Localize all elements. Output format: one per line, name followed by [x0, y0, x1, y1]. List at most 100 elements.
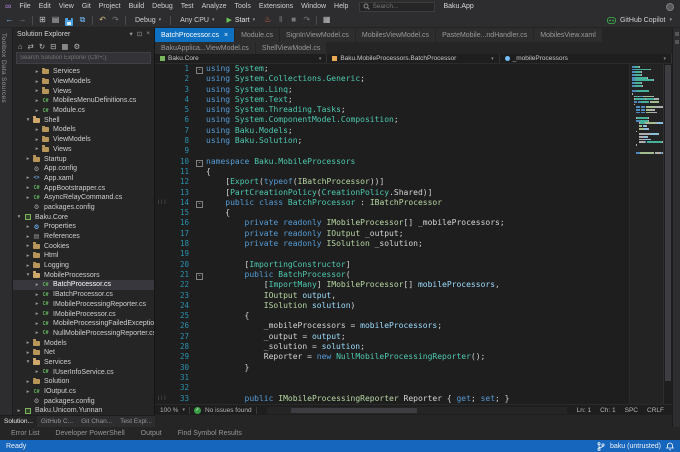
fold-collapse-icon[interactable]: - — [193, 198, 206, 208]
solution-explorer-search-box[interactable] — [16, 52, 151, 64]
side-tab-toolbox[interactable]: Toolbox — [0, 33, 7, 58]
chevron-right-icon[interactable]: ▸ — [33, 79, 41, 85]
tool-tab-github-c[interactable]: GitHub C... — [37, 416, 77, 427]
side-tab-data-sources[interactable]: Data Sources — [0, 60, 7, 103]
breadcrumb-mobileprocessors[interactable]: _mobileProcessors ▾ — [500, 54, 672, 63]
chevron-right-icon[interactable]: ▸ — [24, 185, 32, 191]
chevron-right-icon[interactable]: ▸ — [24, 379, 32, 385]
tool-tab-git-chan[interactable]: Git Chan... — [77, 416, 116, 427]
chevron-right-icon[interactable]: ▸ — [33, 98, 41, 104]
chevron-right-icon[interactable]: ▸ — [33, 292, 41, 298]
tree-item-logging[interactable]: ▸ Logging — [13, 261, 154, 271]
tree-item-ibatchprocessor-cs[interactable]: ▸ C# IBatchProcessor.cs — [13, 290, 154, 300]
tree-item-viewmodels[interactable]: ▸ ViewModels — [13, 135, 154, 145]
panel-tab-developer-powershell[interactable]: Developer PowerShell — [48, 427, 131, 440]
menu-view[interactable]: View — [55, 0, 78, 13]
menu-debug[interactable]: Debug — [148, 0, 177, 13]
stop-icon[interactable]: ■ — [288, 13, 299, 27]
tab-bakuapplica-viewmodel-cs[interactable]: BakuApplica...ViewModel.cs — [155, 42, 255, 54]
code-line[interactable]: 9 — [155, 146, 672, 156]
chevron-right-icon[interactable]: ▸ — [24, 340, 32, 346]
tab-mobilesview-xaml[interactable]: MobilesView.xaml — [534, 28, 602, 42]
save-all-icon[interactable]: ⧉ — [77, 13, 88, 27]
code-line[interactable]: 24 ISolution solution) — [155, 301, 672, 311]
chevron-right-icon[interactable]: ▸ — [33, 137, 41, 143]
code-line[interactable]: 10- namespace Baku.MobileProcessors — [155, 157, 672, 167]
code-editor[interactable]: 1- using System; 2 using System.Collections… — [155, 64, 672, 404]
code-line[interactable]: 26 _mobileProcessors = mobileProcessors; — [155, 321, 672, 331]
tree-item-models[interactable]: ▸ Models — [13, 338, 154, 348]
chevron-right-icon[interactable]: ▸ — [24, 243, 32, 249]
breadcrumb-baku-core[interactable]: Baku.Core ▾ — [155, 54, 328, 63]
code-line[interactable]: 23 IOutput output, — [155, 291, 672, 301]
chevron-right-icon[interactable]: ▸ — [33, 301, 41, 307]
chevron-right-icon[interactable]: ▸ — [24, 224, 32, 230]
minimap[interactable] — [629, 64, 663, 404]
github-copilot-badge[interactable]: GitHub Copilot ▾ — [607, 17, 676, 24]
fold-collapse-icon[interactable]: - — [193, 157, 206, 167]
chevron-right-icon[interactable]: ▸ — [33, 146, 41, 152]
code-line[interactable]: 8 using Baku.Solution; — [155, 136, 672, 146]
tree-item-ioutput-cs[interactable]: ▸ C# IOutput.cs — [13, 387, 154, 397]
chevron-right-icon[interactable]: ▸ — [24, 234, 32, 240]
tree-item-services[interactable]: ▾ Services — [13, 358, 154, 368]
code-line[interactable]: 21- public BatchProcessor( — [155, 270, 672, 280]
code-line[interactable]: 29 Reporter = new NullMobileProcessingRe… — [155, 352, 672, 362]
tree-item-app-xaml[interactable]: ▸ <> App.xaml — [13, 174, 154, 184]
panel-tab-error-list[interactable]: Error List — [4, 427, 46, 440]
chevron-right-icon[interactable]: ▸ — [33, 127, 41, 133]
chevron-right-icon[interactable]: ▸ — [24, 253, 32, 259]
code-line[interactable]: 13 [PartCreationPolicy(CreationPolicy.Sh… — [155, 188, 672, 198]
tree-item-baku-core[interactable]: ▾ Baku.Core — [13, 212, 154, 222]
code-line[interactable]: 5 using System.Threading.Tasks; — [155, 105, 672, 115]
vertical-scrollbar-thumb[interactable] — [665, 65, 671, 382]
code-line[interactable]: 1- using System; — [155, 64, 672, 74]
health-check-icon[interactable]: ✓ — [193, 406, 201, 414]
tool-tab-test-expl[interactable]: Test Expl... — [116, 416, 156, 427]
tab-pastemobile-ndhandler-cs[interactable]: PasteMobile...ndHandler.cs — [436, 28, 534, 42]
tree-item-module-cs[interactable]: ▸ C# Module.cs — [13, 106, 154, 116]
redo-icon[interactable]: ↷ — [110, 13, 121, 27]
menu-build[interactable]: Build — [125, 0, 149, 13]
chevron-down-icon[interactable]: ▾ — [24, 272, 32, 278]
home-icon[interactable]: ⌂ — [18, 42, 23, 51]
code-line[interactable]: 30 } — [155, 363, 672, 373]
tab-signinviewmodel-cs[interactable]: SignInViewModel.cs — [279, 28, 355, 42]
open-file-icon[interactable]: ▤ — [50, 13, 61, 27]
tab-shellviewmodel-cs[interactable]: ShellViewModel.cs — [255, 42, 327, 54]
tree-item-nullmobileprocessingreporter-cs[interactable]: ▸ C# NullMobileProcessingReporter.cs — [13, 329, 154, 339]
menu-test[interactable]: Test — [177, 0, 198, 13]
tree-item-mobilesmenudefinitions-cs[interactable]: ▸ C# MobilesMenuDefinitions.cs — [13, 96, 154, 106]
chevron-right-icon[interactable]: ▸ — [33, 321, 41, 327]
chevron-right-icon[interactable]: ▸ — [24, 156, 32, 162]
tree-item-appbootstrapper-cs[interactable]: ▸ C# AppBootstrapper.cs — [13, 183, 154, 193]
tree-item-html[interactable]: ▸ Html — [13, 251, 154, 261]
account-avatar[interactable] — [666, 2, 674, 11]
navigate-forward-icon[interactable]: → — [17, 13, 28, 27]
menu-window[interactable]: Window — [297, 0, 330, 13]
menu-extensions[interactable]: Extensions — [255, 0, 297, 13]
step-over-icon[interactable]: ↷ — [301, 13, 312, 27]
menu-project[interactable]: Project — [95, 0, 125, 13]
code-line[interactable]: 15 { — [155, 208, 672, 218]
code-line[interactable]: 22 [ImportMany] IMobileProcessor[] mobil… — [155, 280, 672, 290]
tree-item-shell[interactable]: ▾ Shell — [13, 115, 154, 125]
refresh-icon[interactable]: ↻ — [39, 42, 45, 51]
collapse-all-icon[interactable]: ⊟ — [50, 42, 56, 51]
tree-item-models[interactable]: ▸ Models — [13, 125, 154, 135]
code-line[interactable]: 7 using Baku.Models; — [155, 126, 672, 136]
code-line[interactable]: 17 private readonly IOutput _output; — [155, 229, 672, 239]
tree-item-packages-config[interactable]: ⚙ packages.config — [13, 203, 154, 213]
show-all-files-icon[interactable]: ▦ — [61, 42, 68, 51]
global-search-input[interactable] — [372, 3, 432, 10]
fold-collapse-icon[interactable]: - — [193, 64, 206, 74]
menu-analyze[interactable]: Analyze — [198, 0, 231, 13]
code-line[interactable]: ||| 14- public class BatchProcessor : IBa… — [155, 198, 672, 208]
code-line[interactable]: 3 using System.Linq; — [155, 85, 672, 95]
vertical-scrollbar[interactable] — [663, 64, 672, 404]
code-line[interactable]: 20 [ImportingConstructor] — [155, 260, 672, 270]
code-line[interactable]: 16 private readonly IMobileProcessor[] _… — [155, 218, 672, 228]
menu-git[interactable]: Git — [78, 0, 95, 13]
chevron-right-icon[interactable]: ▸ — [33, 311, 41, 317]
horizontal-scrollbar-thumb[interactable] — [290, 407, 417, 413]
